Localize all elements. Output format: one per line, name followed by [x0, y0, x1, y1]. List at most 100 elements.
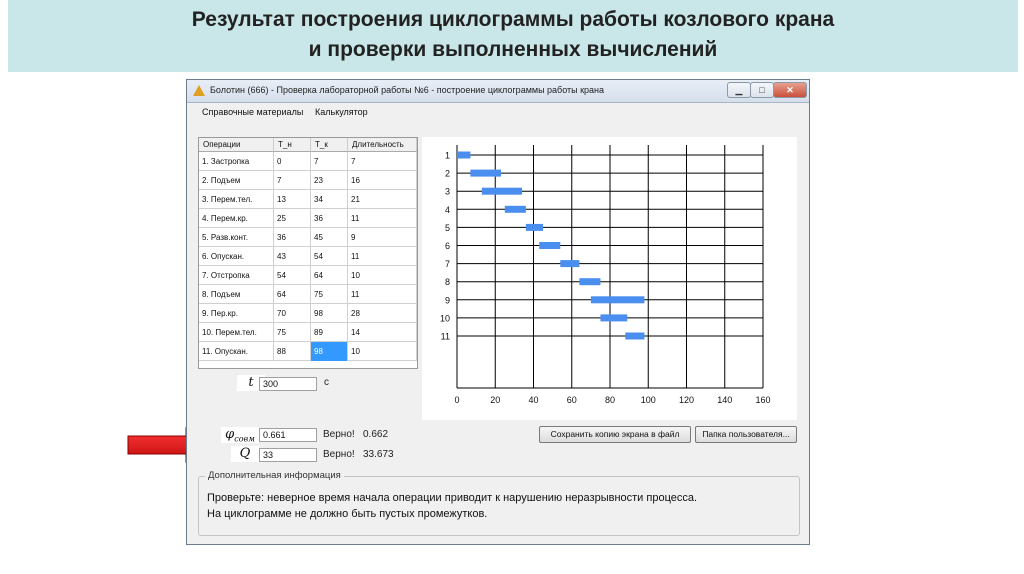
y-tick-label: 4 — [445, 205, 450, 215]
additional-info-title: Дополнительная информация — [205, 470, 344, 481]
table-row[interactable]: 5. Разв.конт. 36 45 9 — [199, 228, 417, 247]
table-row[interactable]: 3. Перем.тел. 13 34 21 — [199, 190, 417, 209]
cell-duration[interactable]: 7 — [348, 152, 417, 171]
menu-bar: Справочные материалы Калькулятор — [187, 103, 809, 121]
slide-header: Результат построения циклограммы работы … — [8, 0, 1018, 72]
y-tick-label: 10 — [440, 313, 450, 323]
warning-icon — [193, 85, 205, 96]
table-row[interactable]: 7. Отстропка 54 64 10 — [199, 266, 417, 285]
gantt-bar — [560, 260, 580, 268]
cell-duration[interactable]: 16 — [348, 171, 417, 190]
cell-t-start[interactable]: 64 — [274, 285, 311, 304]
cell-duration[interactable]: 10 — [348, 342, 417, 361]
x-tick-label: 80 — [605, 395, 615, 405]
column-header-t-start[interactable]: Т_н — [274, 138, 311, 152]
table-row[interactable]: 6. Опускан. 43 54 11 — [199, 247, 417, 266]
cyclogram-chart: 0 20 40 60 80 100 120 140 160 1 2 3 4 5 6 7 8 9 10 11 — [422, 137, 797, 420]
phi-subscript: совм — [234, 434, 255, 444]
info-line-1: Проверьте: неверное время начала операци… — [207, 492, 698, 504]
cell-t-end[interactable]: 98 — [311, 342, 348, 361]
table-row[interactable]: 11. Опускан. 88 98 10 — [199, 342, 417, 361]
save-screen-button[interactable]: Сохранить копию экрана в файл — [539, 426, 691, 443]
cell-duration[interactable]: 10 — [348, 266, 417, 285]
cell-t-start[interactable]: 7 — [274, 171, 311, 190]
q-input[interactable]: 33 — [259, 448, 317, 462]
gantt-bar — [525, 223, 544, 231]
y-tick-label: 3 — [445, 187, 450, 197]
gantt-bar — [481, 187, 523, 195]
cell-t-end[interactable]: 75 — [311, 285, 348, 304]
y-tick-label: 2 — [445, 169, 450, 179]
cell-t-start[interactable]: 25 — [274, 209, 311, 228]
user-folder-button[interactable]: Папка пользователя... — [695, 426, 797, 443]
cell-duration[interactable]: 11 — [348, 285, 417, 304]
cell-duration[interactable]: 21 — [348, 190, 417, 209]
cell-t-start[interactable]: 75 — [274, 323, 311, 342]
table-row[interactable]: 8. Подъем 64 75 11 — [199, 285, 417, 304]
q-status: Верно! — [323, 449, 355, 460]
cell-t-start[interactable]: 36 — [274, 228, 311, 247]
cell-t-end[interactable]: 98 — [311, 304, 348, 323]
table-row[interactable]: 9. Пер.кр. 70 98 28 — [199, 304, 417, 323]
cell-operation[interactable]: 3. Перем.тел. — [199, 190, 274, 209]
maximize-button[interactable]: □ — [750, 82, 774, 98]
x-tick-label: 40 — [528, 395, 538, 405]
window-title: Болотин (666) - Проверка лабораторной ра… — [210, 85, 605, 95]
x-tick-label: 120 — [679, 395, 694, 405]
app-window: Болотин (666) - Проверка лабораторной ра… — [186, 79, 810, 545]
cell-t-end[interactable]: 45 — [311, 228, 348, 247]
window-titlebar[interactable]: Болотин (666) - Проверка лабораторной ра… — [187, 80, 809, 103]
cell-operation[interactable]: 8. Подъем — [199, 285, 274, 304]
cell-operation[interactable]: 6. Опускан. — [199, 247, 274, 266]
cell-operation[interactable]: 11. Опускан. — [199, 342, 274, 361]
cell-operation[interactable]: 5. Разв.конт. — [199, 228, 274, 247]
cell-t-end[interactable]: 36 — [311, 209, 348, 228]
menu-reference-materials[interactable]: Справочные материалы — [202, 107, 303, 117]
cell-duration[interactable]: 9 — [348, 228, 417, 247]
q-symbol: Q — [231, 446, 259, 462]
cell-t-start[interactable]: 70 — [274, 304, 311, 323]
column-header-duration[interactable]: Длительность — [348, 138, 417, 152]
phi-letter: φ — [225, 427, 235, 442]
t-unit: с — [324, 377, 329, 388]
close-button[interactable]: ✕ — [773, 82, 807, 98]
menu-calculator[interactable]: Калькулятор — [315, 107, 368, 117]
cell-t-end[interactable]: 34 — [311, 190, 348, 209]
operations-table[interactable]: Операции Т_н Т_к Длительность 1. Застроп… — [198, 137, 418, 369]
cell-t-start[interactable]: 43 — [274, 247, 311, 266]
table-row[interactable]: 10. Перем.тел. 75 89 14 — [199, 323, 417, 342]
cell-t-end[interactable]: 23 — [311, 171, 348, 190]
phi-input[interactable]: 0.661 — [259, 428, 317, 442]
column-header-operations[interactable]: Операции — [199, 138, 274, 152]
cell-duration[interactable]: 28 — [348, 304, 417, 323]
table-row[interactable]: 2. Подъем 7 23 16 — [199, 171, 417, 190]
cell-t-end[interactable]: 54 — [311, 247, 348, 266]
cell-duration[interactable]: 14 — [348, 323, 417, 342]
cell-operation[interactable]: 10. Перем.тел. — [199, 323, 274, 342]
q-check-value: 33.673 — [363, 449, 394, 460]
info-line-2: На циклограмме не должно быть пустых про… — [207, 508, 488, 520]
cell-t-start[interactable]: 0 — [274, 152, 311, 171]
cell-t-start[interactable]: 88 — [274, 342, 311, 361]
cell-t-end[interactable]: 89 — [311, 323, 348, 342]
cell-operation[interactable]: 2. Подъем — [199, 171, 274, 190]
cell-t-end[interactable]: 7 — [311, 152, 348, 171]
x-tick-label: 160 — [755, 395, 770, 405]
gantt-bar — [579, 278, 601, 286]
cell-t-start[interactable]: 54 — [274, 266, 311, 285]
table-row[interactable]: 1. Застропка 0 7 7 — [199, 152, 417, 171]
table-row[interactable]: 4. Перем.кр. 25 36 11 — [199, 209, 417, 228]
cell-operation[interactable]: 1. Застропка — [199, 152, 274, 171]
cell-t-start[interactable]: 13 — [274, 190, 311, 209]
additional-info-group: Дополнительная информация Проверьте: нев… — [198, 470, 800, 536]
cell-duration[interactable]: 11 — [348, 247, 417, 266]
t-input[interactable]: 300 — [259, 377, 317, 391]
cell-operation[interactable]: 4. Перем.кр. — [199, 209, 274, 228]
cell-operation[interactable]: 7. Отстропка — [199, 266, 274, 285]
column-header-t-end[interactable]: Т_к — [311, 138, 348, 152]
y-tick-label: 9 — [445, 295, 450, 305]
minimize-button[interactable]: ▁ — [727, 82, 751, 98]
cell-duration[interactable]: 11 — [348, 209, 417, 228]
cell-operation[interactable]: 9. Пер.кр. — [199, 304, 274, 323]
cell-t-end[interactable]: 64 — [311, 266, 348, 285]
